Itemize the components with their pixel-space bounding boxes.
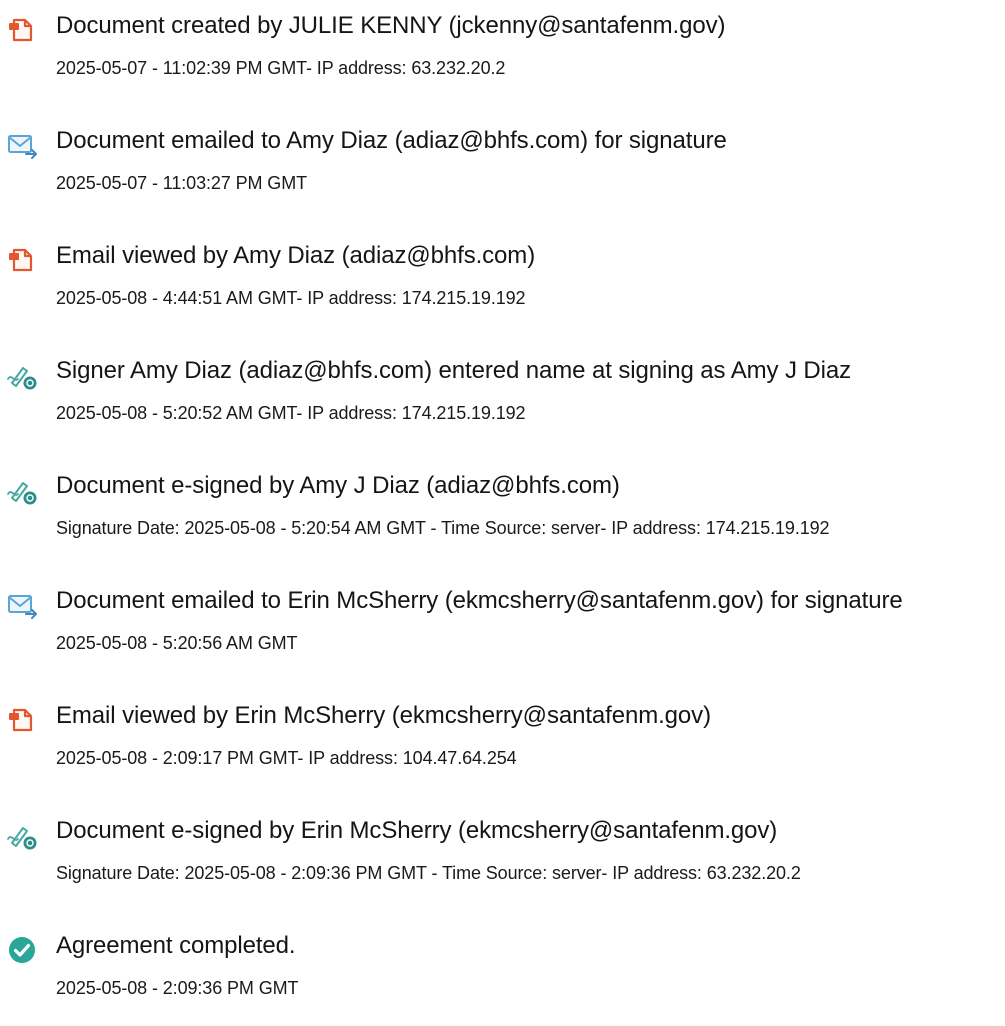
- entry-detail: 2025-05-08 - 2:09:36 PM GMT: [56, 978, 299, 998]
- entry-title: Email viewed by Erin McSherry (ekmcsherr…: [56, 702, 711, 729]
- entry-title: Document created by JULIE KENNY (jckenny…: [56, 12, 726, 39]
- signature-pen-icon: [6, 474, 38, 506]
- history-entry: Document e-signed by Erin McSherry (ekmc…: [0, 811, 1005, 911]
- entry-detail: 2025-05-08 - 5:20:56 AM GMT: [56, 633, 298, 653]
- document-icon: [6, 14, 38, 46]
- history-entry: Document created by JULIE KENNY (jckenny…: [0, 6, 1005, 106]
- entry-title: Signer Amy Diaz (adiaz@bhfs.com) entered…: [56, 357, 852, 384]
- entry-detail: 2025-05-08 - 5:20:52 AM GMT- IP address:…: [56, 403, 526, 423]
- check-circle-icon: [6, 934, 38, 966]
- entry-detail: Signature Date: 2025-05-08 - 5:20:54 AM …: [56, 518, 830, 538]
- entry-title: Document e-signed by Erin McSherry (ekmc…: [56, 817, 778, 844]
- signature-pen-icon: [6, 819, 38, 851]
- history-entry: Agreement completed. 2025-05-08 - 2:09:3…: [0, 926, 1005, 1026]
- history-entry: Email viewed by Amy Diaz (adiaz@bhfs.com…: [0, 236, 1005, 336]
- entry-title: Agreement completed.: [56, 932, 296, 959]
- email-icon: [6, 129, 38, 161]
- entry-title: Document emailed to Amy Diaz (adiaz@bhfs…: [56, 127, 727, 154]
- entry-detail: 2025-05-07 - 11:03:27 PM GMT: [56, 173, 307, 193]
- history-entry: Document emailed to Erin McSherry (ekmcs…: [0, 581, 1005, 681]
- entry-title: Document e-signed by Amy J Diaz (adiaz@b…: [56, 472, 620, 499]
- entry-detail: 2025-05-08 - 2:09:17 PM GMT- IP address:…: [56, 748, 517, 768]
- entry-detail: 2025-05-08 - 4:44:51 AM GMT- IP address:…: [56, 288, 526, 308]
- history-entry: Document emailed to Amy Diaz (adiaz@bhfs…: [0, 121, 1005, 221]
- audit-history-list: Document created by JULIE KENNY (jckenny…: [0, 0, 1005, 998]
- document-icon: [6, 244, 38, 276]
- email-icon: [6, 589, 38, 621]
- signature-pen-icon: [6, 359, 38, 391]
- history-entry: Email viewed by Erin McSherry (ekmcsherr…: [0, 696, 1005, 796]
- entry-detail: 2025-05-07 - 11:02:39 PM GMT- IP address…: [56, 58, 506, 78]
- history-entry: Document e-signed by Amy J Diaz (adiaz@b…: [0, 466, 1005, 566]
- document-icon: [6, 704, 38, 736]
- entry-title: Email viewed by Amy Diaz (adiaz@bhfs.com…: [56, 242, 536, 269]
- entry-detail: Signature Date: 2025-05-08 - 2:09:36 PM …: [56, 863, 801, 883]
- history-entry: Signer Amy Diaz (adiaz@bhfs.com) entered…: [0, 351, 1005, 451]
- entry-title: Document emailed to Erin McSherry (ekmcs…: [56, 587, 903, 614]
